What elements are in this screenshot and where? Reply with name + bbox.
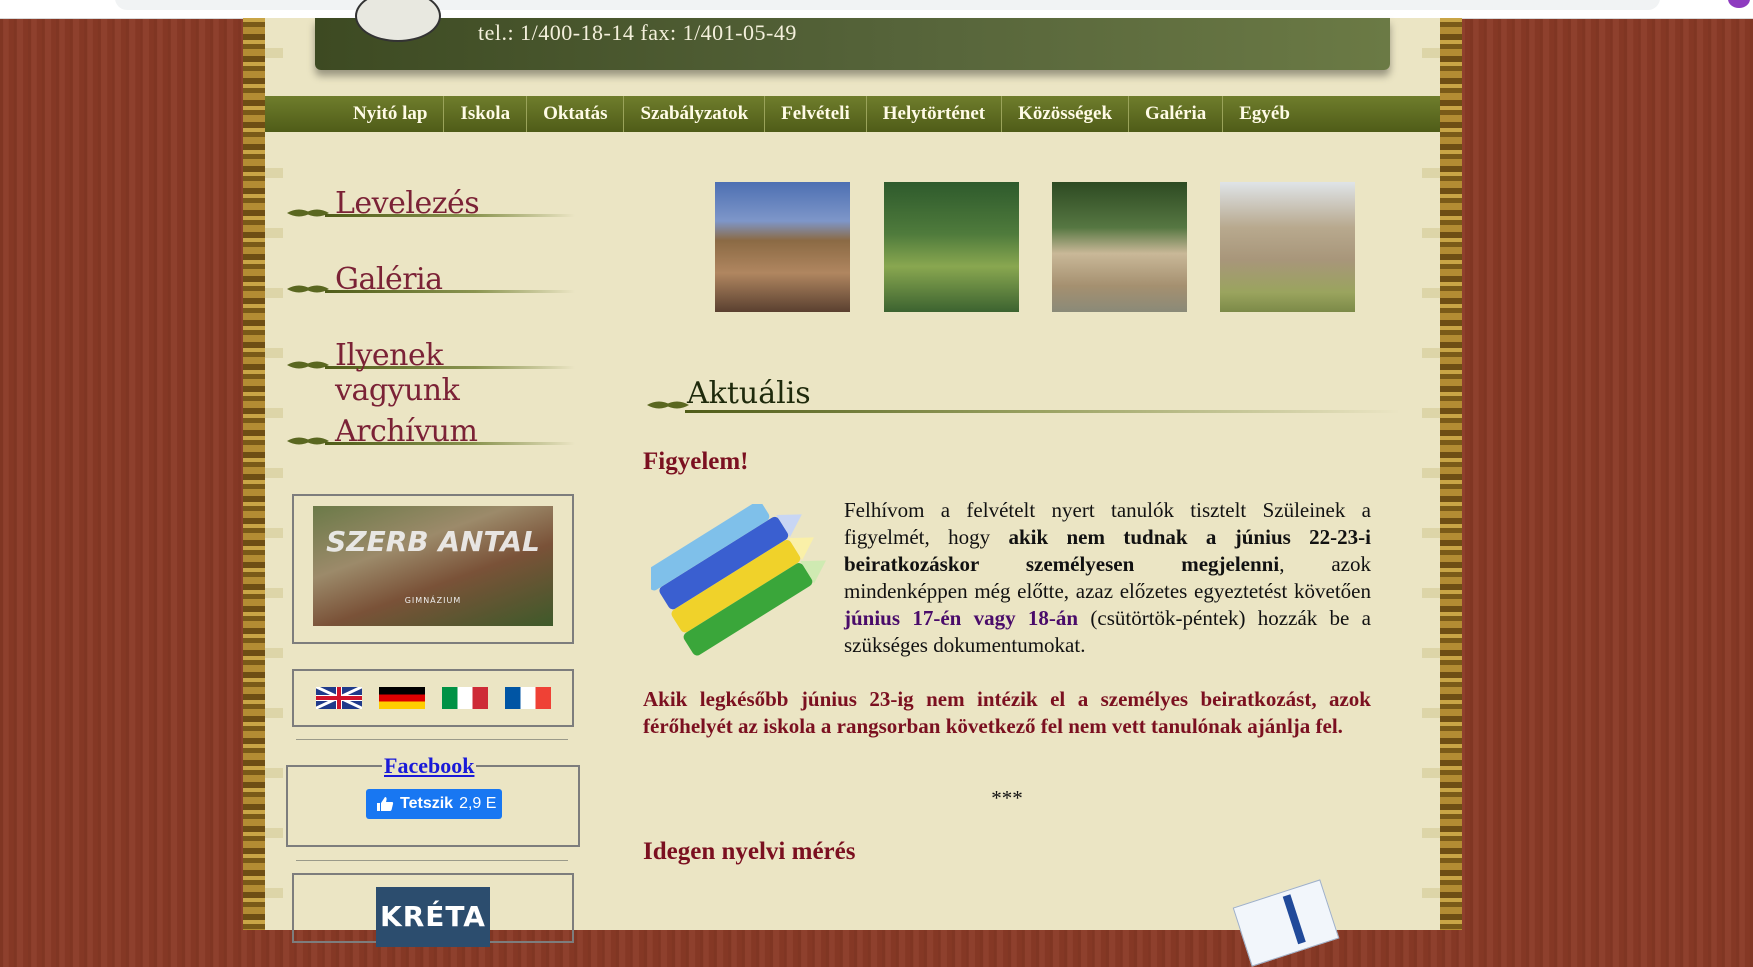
sidebar-heading-label[interactable]: Ilyenek vagyunk: [335, 338, 575, 408]
notice-paragraph: Felhívom a felvételt nyert tanulók tiszt…: [844, 497, 1371, 659]
leaf-ornament-icon: [287, 437, 329, 445]
sidebar-heading-label[interactable]: Levelezés: [335, 186, 480, 221]
nav-item-kozossegek[interactable]: Közösségek: [1002, 96, 1130, 132]
photo-school-building[interactable]: [1220, 182, 1355, 312]
sidebar-heading-label[interactable]: Archívum: [335, 414, 478, 449]
nav-item-nyito-lap[interactable]: Nyitó lap: [337, 96, 445, 132]
thumbs-up-icon: [377, 797, 394, 811]
left-ornament-border: [243, 18, 265, 930]
sidebar-heading-galeria[interactable]: Galéria: [285, 262, 575, 304]
right-ornament-border: [1440, 18, 1462, 930]
section-heading-aktualis: Aktuális: [645, 376, 1400, 426]
section-title: Aktuális: [687, 376, 811, 411]
like-label: Tetszik: [400, 795, 454, 812]
school-aerial-image[interactable]: SZERB ANTAL GIMNÁZIUM: [313, 506, 553, 626]
nav-item-felveteli[interactable]: Felvételi: [765, 96, 867, 132]
notice-title: Figyelem!: [643, 448, 749, 475]
warning-paragraph: Akik legkésőbb június 23-ig nem intézik …: [643, 687, 1371, 738]
divider: [296, 739, 568, 740]
notice-text-dates: június 17-én vagy 18-án: [844, 606, 1079, 630]
language-flags-box: [292, 669, 574, 727]
kreta-logo[interactable]: KRÉTA: [376, 887, 490, 947]
italian-flag-icon[interactable]: [441, 687, 488, 709]
address-bar[interactable]: [115, 0, 1660, 10]
divider: [296, 860, 568, 861]
header-contact: tel.: 1/400-18-14 fax: 1/401-05-49: [478, 20, 797, 45]
leaf-ornament-icon: [287, 361, 329, 369]
school-logo-overlay: SZERB ANTAL: [326, 525, 540, 558]
header-banner: [315, 18, 1390, 70]
school-logo-sub: GIMNÁZIUM: [404, 596, 462, 605]
sidebar-heading-label[interactable]: Galéria: [335, 262, 443, 297]
sidebar-heading-ilyenek-vagyunk[interactable]: Ilyenek vagyunk: [285, 338, 575, 408]
nav-item-iskola[interactable]: Iskola: [444, 96, 528, 132]
main-navigation: Nyitó lap Iskola Oktatás Szabályzatok Fe…: [265, 96, 1440, 132]
leaf-ornament-icon: [287, 285, 329, 293]
right-inner-ornament: [1422, 18, 1440, 930]
photo-garden[interactable]: [884, 182, 1019, 312]
sidebar-heading-levelezes[interactable]: Levelezés: [285, 186, 575, 228]
profile-icon[interactable]: [1728, 0, 1750, 8]
left-inner-ornament: [265, 18, 283, 930]
nav-item-galeria[interactable]: Galéria: [1129, 96, 1224, 132]
photo-castle[interactable]: [715, 182, 850, 312]
sidebar-heading-archivum[interactable]: Archívum: [285, 414, 575, 456]
facebook-link[interactable]: Facebook: [382, 753, 477, 779]
leaf-ornament-icon: [287, 209, 329, 217]
nav-item-helytortenet[interactable]: Helytörténet: [867, 96, 1003, 132]
german-flag-icon[interactable]: [378, 687, 425, 709]
french-flag-icon[interactable]: [504, 687, 551, 709]
school-image-box: SZERB ANTAL GIMNÁZIUM: [292, 494, 574, 644]
nav-item-szabalyzatok[interactable]: Szabályzatok: [624, 96, 766, 132]
separator-stars: ***: [991, 786, 1023, 810]
nav-item-egyeb[interactable]: Egyéb: [1223, 96, 1306, 132]
like-count: 2,9 E: [459, 795, 497, 812]
crayons-icon: [651, 504, 827, 656]
facebook-like-button[interactable]: Tetszik 2,9 E: [366, 789, 502, 819]
nav-item-oktatas[interactable]: Oktatás: [527, 96, 625, 132]
photo-school-entrance[interactable]: [1052, 182, 1187, 312]
browser-toolbar: [0, 0, 1753, 19]
next-news-title: Idegen nyelvi mérés: [643, 838, 856, 865]
kreta-box: KRÉTA: [292, 873, 574, 947]
uk-flag-icon[interactable]: [315, 687, 362, 709]
facebook-box: Facebook Tetszik 2,9 E: [286, 753, 580, 847]
